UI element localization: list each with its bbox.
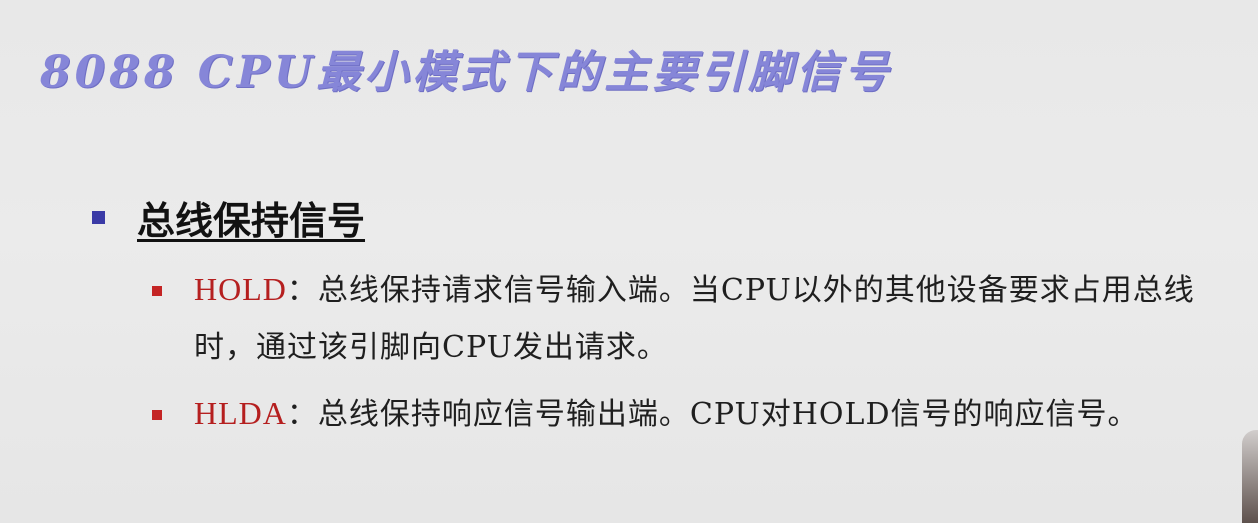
list-item-text: HLDA：总线保持响应信号输出端。CPU对HOLD信号的响应信号。 <box>194 385 1237 443</box>
square-bullet-icon <box>152 410 162 420</box>
list-item-text: HOLD：总线保持请求信号输入端。当CPU以外的其他设备要求占用总线时，通过该引… <box>194 261 1237 376</box>
presenter-edge-shape <box>1242 430 1258 523</box>
square-bullet-icon <box>92 211 105 224</box>
square-bullet-icon <box>152 286 162 296</box>
list-item-hold: HOLD：总线保持请求信号输入端。当CPU以外的其他设备要求占用总线时，通过该引… <box>152 261 1237 376</box>
signal-description: ：总线保持请求信号输入端。当CPU以外的其他设备要求占用总线时，通过该引脚向CP… <box>194 273 1195 365</box>
signal-term: HLDA <box>194 395 287 431</box>
signal-term: HOLD <box>194 271 287 307</box>
signal-description: ：总线保持响应信号输出端。CPU对HOLD信号的响应信号。 <box>286 397 1139 432</box>
slide-title: 8088 CPU最小模式下的主要引脚信号 <box>40 47 893 98</box>
list-item-hlda: HLDA：总线保持响应信号输出端。CPU对HOLD信号的响应信号。 <box>152 385 1237 443</box>
section-bus-hold: 总线保持信号 <box>92 190 365 245</box>
section-heading: 总线保持信号 <box>137 199 366 243</box>
slide: 8088 CPU最小模式下的主要引脚信号 总线保持信号 HOLD：总线保持请求信… <box>0 0 1258 523</box>
